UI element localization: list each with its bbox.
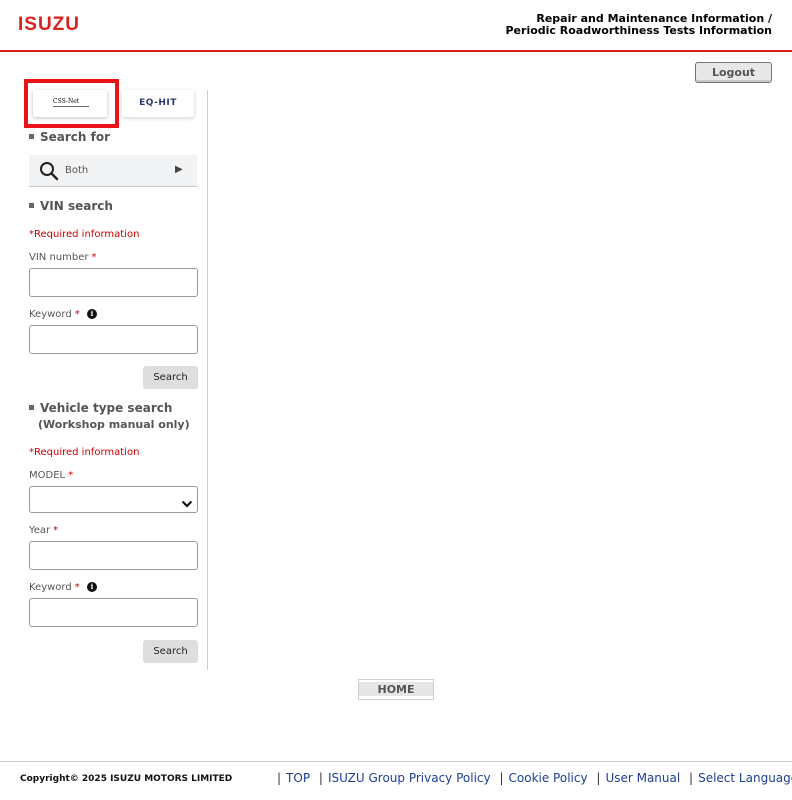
required-star: * [68, 470, 74, 481]
bullet-icon [29, 134, 34, 139]
isuzu-logo-mark: ISUZU [18, 14, 80, 35]
vehicle-search-heading: Vehicle type search [29, 401, 172, 415]
search-for-heading: Search for [29, 130, 110, 144]
search-for-title: Search for [40, 130, 111, 144]
isuzu-logo: ISUZU [18, 14, 92, 36]
footer-link-top[interactable]: TOP [286, 771, 310, 785]
triangle-right-icon: ▶ [175, 164, 183, 175]
sidebar-divider [207, 90, 208, 670]
footer-link-privacy[interactable]: ISUZU Group Privacy Policy [328, 771, 491, 785]
tab-highlight-frame [24, 79, 119, 128]
vin-number-input[interactable] [29, 268, 198, 297]
year-input[interactable] [29, 541, 198, 570]
site-title: Repair and Maintenance Information / Per… [506, 13, 773, 37]
vehicle-keyword-label: Keyword * [29, 582, 80, 593]
vin-search-title: VIN search [40, 199, 113, 213]
required-star: * [74, 309, 80, 320]
chevron-down-icon [181, 494, 193, 513]
bullet-icon [29, 203, 34, 208]
vin-number-label: VIN number * [29, 252, 97, 263]
vehicle-search-subtitle: (Workshop manual only) [38, 418, 190, 431]
vehicle-search-title: Vehicle type search [40, 401, 173, 415]
required-star: * [91, 252, 97, 263]
footer-link-cookie[interactable]: Cookie Policy [509, 771, 588, 785]
footer-link-user-manual[interactable]: User Manual [605, 771, 680, 785]
vin-keyword-input[interactable] [29, 325, 198, 354]
copyright-text: Copyright© 2025 ISUZU MOTORS LIMITED [20, 774, 233, 784]
vehicle-required-note: *Required information [29, 447, 140, 458]
site-title-line2: Periodic Roadworthiness Tests Informatio… [505, 24, 773, 37]
svg-text:ISUZU: ISUZU [18, 14, 80, 32]
search-for-value: Both [65, 165, 89, 176]
vehicle-keyword-input[interactable] [29, 598, 198, 627]
bullet-icon [29, 405, 34, 410]
model-select[interactable] [29, 486, 198, 513]
page-header: ISUZU Repair and Maintenance Information… [0, 0, 792, 52]
search-for-selector[interactable]: Both ▶ [29, 155, 197, 187]
footer-links: | TOP | ISUZU Group Privacy Policy | Cookie… [272, 771, 792, 785]
required-star: * [53, 525, 59, 536]
footer-link-select-language[interactable]: Select Language [698, 771, 792, 785]
vehicle-search-button[interactable]: Search [143, 640, 198, 663]
info-icon[interactable]: i [87, 309, 97, 319]
home-button[interactable]: HOME [358, 679, 434, 700]
logout-button[interactable]: Logout [695, 62, 772, 83]
vin-search-button[interactable]: Search [143, 366, 198, 389]
year-label: Year * [29, 525, 59, 536]
model-label: MODEL * [29, 470, 74, 481]
tab-eq-hit[interactable]: EQ-HIT [122, 90, 194, 117]
info-icon[interactable]: i [87, 582, 97, 592]
required-star: * [74, 582, 80, 593]
vin-keyword-label: Keyword * [29, 309, 80, 320]
vin-required-note: *Required information [29, 229, 140, 240]
search-icon [39, 161, 59, 185]
footer-divider [0, 761, 792, 762]
vin-search-heading: VIN search [29, 199, 113, 213]
